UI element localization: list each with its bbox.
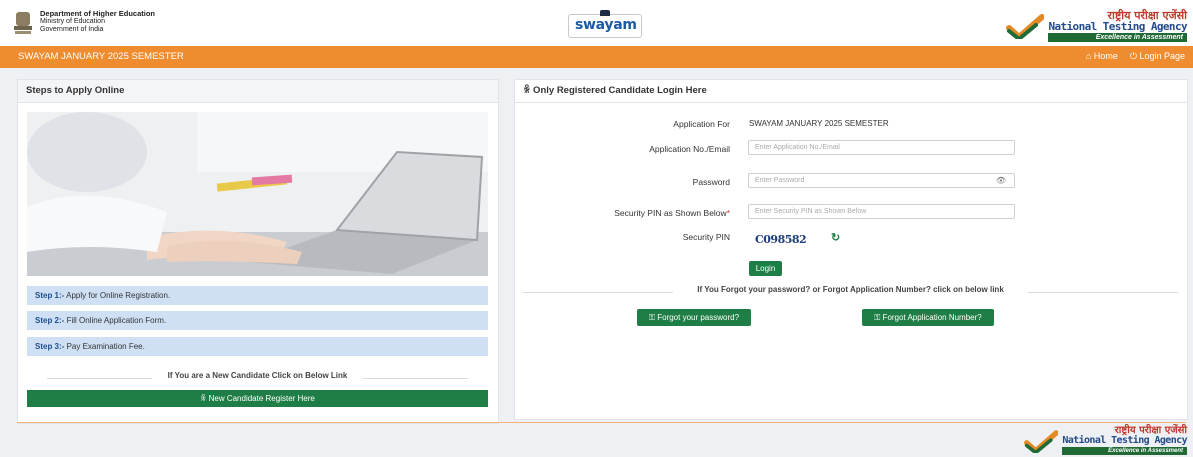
ministry-name: Ministry of Education <box>40 18 105 25</box>
step-1: Step 1:- Apply for Online Registration. <box>27 286 488 305</box>
nta-tagline: Excellence in Assessment <box>1048 33 1187 42</box>
application-for-label: Application For <box>673 119 730 129</box>
captcha-image: C098582 <box>755 233 807 246</box>
nta-check-icon <box>1006 14 1045 39</box>
dhe-branding: Department of Higher Education Ministry … <box>12 10 155 36</box>
application-for-value: SWAYAM JANUARY 2025 SEMESTER <box>749 119 889 128</box>
security-pin-input[interactable]: Enter Security PIN as Shown Below <box>748 204 1015 219</box>
laptop-illustration <box>27 112 488 276</box>
app-no-input[interactable]: Enter Application No./Email <box>748 140 1015 155</box>
new-candidate-text: If You are a New Candidate Click on Belo… <box>27 371 488 385</box>
password-label: Password <box>692 177 730 187</box>
govt-name: Government of India <box>40 26 104 33</box>
footer-nta-logo: राष्ट्रीय परीक्षा एजेंसी National Testin… <box>1024 426 1188 455</box>
dept-name: Department of Higher Education <box>40 9 156 18</box>
graduation-cap-icon <box>600 10 610 16</box>
login-page-link[interactable]: ⏻ Login Page <box>1130 51 1185 62</box>
step-2: Step 2:- Fill Online Application Form. <box>27 311 488 330</box>
steps-heading: Steps to Apply Online <box>18 80 498 103</box>
refresh-icon[interactable]: ↻ <box>831 231 840 244</box>
footer-nta-tagline: Excellence in Assessment <box>1062 447 1187 455</box>
footer-divider <box>17 422 1186 423</box>
eye-icon[interactable]: 👁 <box>996 174 1006 188</box>
semester-title: SWAYAM JANUARY 2025 SEMESTER <box>18 51 184 62</box>
swayam-logo: swayam <box>568 10 642 38</box>
forgot-instructions: If You Forgot your password? or Forgot A… <box>523 285 1178 299</box>
security-pin-label: Security PIN <box>682 232 730 242</box>
steps-panel: Steps to Apply Online Step 1:- Apply for… <box>17 79 499 424</box>
footer-nta-english: National Testing Agency <box>1062 435 1187 446</box>
password-input[interactable]: Enter Password 👁 <box>748 173 1015 188</box>
login-heading: ꆜ Only Registered Candidate Login Here <box>515 80 1187 103</box>
pin-label: Security PIN as Shown Below* <box>614 208 730 218</box>
nta-logo: राष्ट्रीय परीक्षा एजेंसी National Testin… <box>1006 10 1188 42</box>
home-link[interactable]: ⌂ Home <box>1086 51 1118 62</box>
login-panel: ꆜ Only Registered Candidate Login Here A… <box>514 79 1188 420</box>
nta-english-name: National Testing Agency <box>1048 20 1187 33</box>
forgot-password-button[interactable]: ⚿ Forgot your password? <box>637 309 751 326</box>
orange-navbar: SWAYAM JANUARY 2025 SEMESTER ⌂ Home ⏻ Lo… <box>0 46 1193 68</box>
top-header: Department of Higher Education Ministry … <box>0 0 1193 46</box>
nta-check-icon <box>1024 429 1059 453</box>
step-3: Step 3:- Pay Examination Fee. <box>27 337 488 356</box>
app-no-label: Application No./Email <box>649 144 730 154</box>
login-button[interactable]: Login <box>749 261 782 276</box>
new-candidate-register-button[interactable]: ꆜ New Candidate Register Here <box>27 390 488 407</box>
laptop-hero-image <box>27 112 488 276</box>
national-emblem-icon <box>14 12 32 34</box>
forgot-application-number-button[interactable]: ⚿ Forgot Application Number? <box>862 309 994 326</box>
